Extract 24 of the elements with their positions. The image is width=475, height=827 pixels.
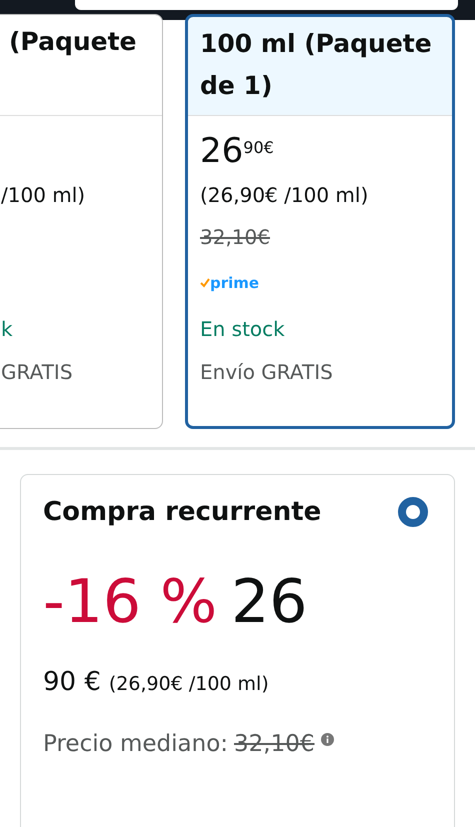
radio-button[interactable] bbox=[398, 497, 428, 527]
option-title: (Paquete bbox=[9, 26, 138, 58]
unit-price: (26,90€ /100 ml) bbox=[200, 183, 368, 207]
list-price: 32,10€ bbox=[200, 225, 270, 249]
discount-percent: -16 % bbox=[43, 567, 218, 637]
search-field[interactable] bbox=[75, 0, 458, 10]
unit-price: (26,90€ /100 ml) bbox=[108, 673, 269, 695]
median-price: 32,10€ bbox=[234, 731, 315, 757]
price-whole: 26 bbox=[200, 134, 244, 168]
info-icon[interactable] bbox=[320, 733, 334, 746]
unit-price: /100 ml) bbox=[1, 183, 86, 207]
stock-status: En stock bbox=[200, 317, 285, 341]
option-title: 100 ml (Paquete de 1) bbox=[200, 28, 433, 102]
size-option-card[interactable]: (Paquete /100 ml) k GRATIS bbox=[0, 14, 163, 429]
stock-status: k bbox=[1, 317, 13, 341]
shipping-info: GRATIS bbox=[1, 360, 73, 384]
price-fraction: 90€ bbox=[243, 138, 274, 157]
shipping-info: Envío GRATIS bbox=[200, 360, 333, 384]
price-fraction: 90 € bbox=[43, 667, 101, 697]
median-price-label: Precio mediano: bbox=[43, 731, 228, 757]
recurring-purchase-card[interactable]: Compra recurrente -16 % 26 90 € (26,90€ /100 ml) Precio mediano: 32,10€ bbox=[20, 474, 455, 827]
prime-badge: prime bbox=[200, 274, 260, 292]
price-whole: 26 bbox=[231, 567, 308, 637]
recurring-title: Compra recurrente bbox=[43, 497, 322, 527]
